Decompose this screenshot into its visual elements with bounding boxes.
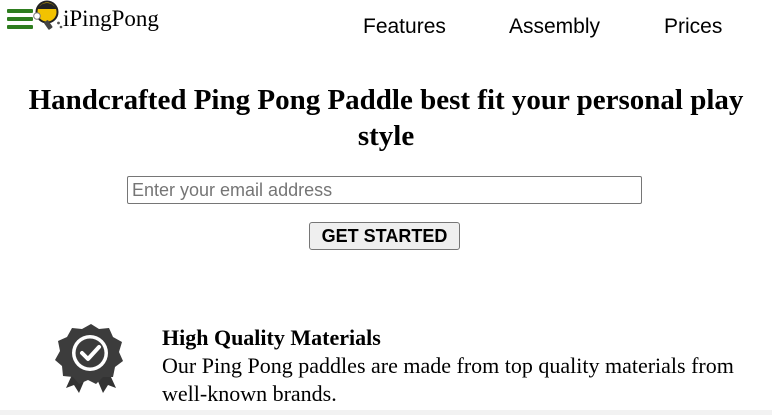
nav-link-prices[interactable]: Prices bbox=[664, 15, 722, 39]
nav-link-assembly[interactable]: Assembly bbox=[509, 15, 600, 39]
hero-title: Handcrafted Ping Pong Paddle best fit yo… bbox=[28, 84, 744, 152]
email-input[interactable] bbox=[127, 176, 642, 204]
site-header: iPingPong Features Assembly Prices bbox=[0, 0, 772, 60]
feature-description: Our Ping Pong paddles are made from top … bbox=[162, 353, 734, 406]
get-started-button[interactable]: GET STARTED bbox=[309, 222, 460, 250]
page-divider bbox=[0, 410, 772, 415]
award-badge-icon bbox=[55, 324, 123, 393]
nav-link-features[interactable]: Features bbox=[363, 15, 446, 39]
feature-title: High Quality Materials bbox=[162, 325, 381, 350]
main-nav: Features Assembly Prices bbox=[0, 15, 772, 45]
